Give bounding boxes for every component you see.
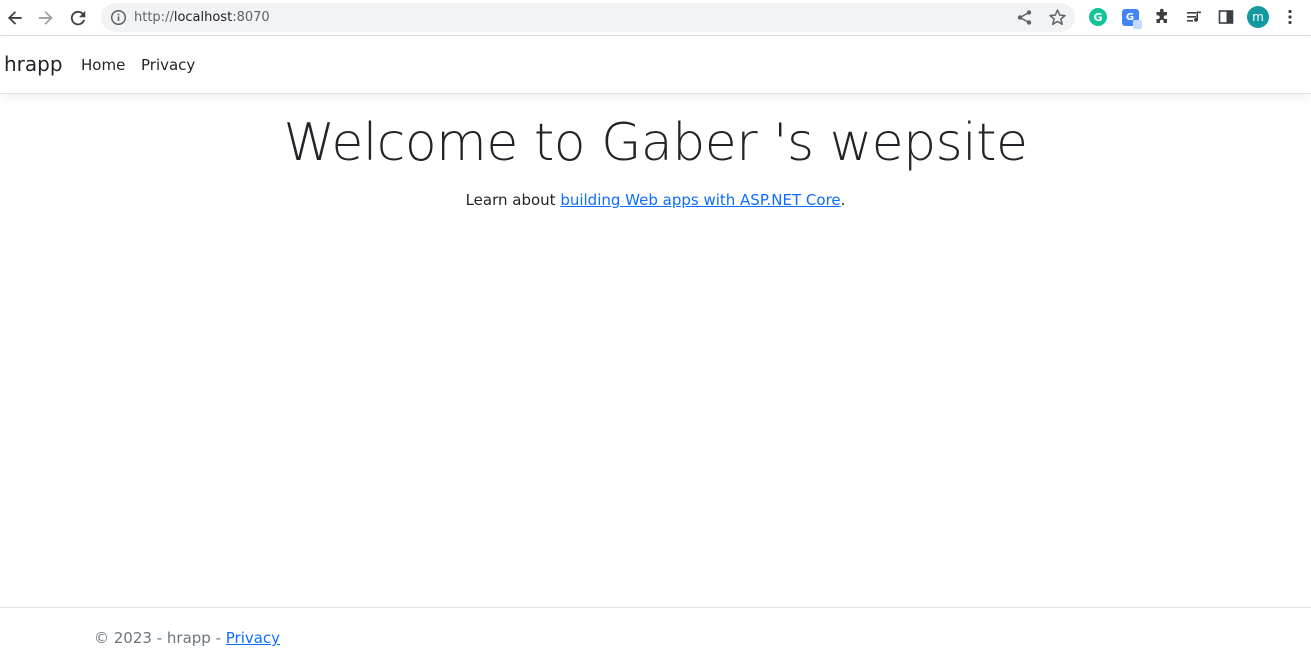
intro-prefix: Learn about — [465, 191, 561, 209]
nav-privacy-link[interactable]: Privacy — [141, 55, 195, 75]
footer-privacy-link[interactable]: Privacy — [226, 629, 280, 647]
star-icon[interactable] — [1048, 8, 1067, 27]
url-text: http://localhost:8070 — [134, 9, 270, 26]
brand-link[interactable]: hrapp — [4, 51, 63, 77]
intro-text: Learn about building Web apps with ASP.N… — [0, 189, 1311, 211]
footer-text: © 2023 - hrapp - Privacy — [94, 628, 280, 648]
translate-letter: G — [1121, 8, 1142, 29]
avatar[interactable]: m — [1247, 6, 1269, 28]
page-title: Welcome to Gaber 's wepsite — [283, 113, 1028, 173]
browser-toolbar: http://localhost:8070 G G m — [0, 0, 1311, 36]
site-navbar: hrapp Home Privacy — [0, 37, 1311, 94]
aspnet-docs-link[interactable]: building Web apps with ASP.NET Core — [560, 191, 840, 209]
grammarly-letter: G — [1089, 8, 1107, 26]
address-bar[interactable]: http://localhost:8070 — [101, 3, 1075, 32]
url-port: :8070 — [232, 10, 270, 25]
reload-icon[interactable] — [65, 5, 91, 31]
info-icon[interactable] — [110, 9, 127, 26]
site-footer: © 2023 - hrapp - Privacy — [0, 607, 1311, 668]
url-host: localhost — [173, 10, 233, 25]
extensions-icon[interactable] — [1152, 7, 1172, 27]
side-panel-icon[interactable] — [1216, 7, 1236, 27]
footer-copyright: © 2023 - hrapp - — [94, 629, 226, 647]
menu-icon[interactable] — [1280, 7, 1300, 27]
avatar-letter: m — [1252, 10, 1264, 24]
nav-home-link[interactable]: Home — [81, 55, 125, 75]
back-icon[interactable] — [2, 5, 28, 31]
forward-icon[interactable] — [33, 5, 59, 31]
url-scheme: http:// — [134, 10, 174, 25]
main-content: Welcome to Gaber 's wepsite Learn about … — [0, 95, 1311, 211]
share-icon[interactable] — [1015, 8, 1034, 27]
intro-suffix: . — [840, 191, 846, 209]
translate-icon[interactable]: G — [1120, 7, 1142, 29]
grammarly-icon[interactable]: G — [1088, 7, 1108, 27]
reading-list-icon[interactable] — [1184, 7, 1204, 27]
